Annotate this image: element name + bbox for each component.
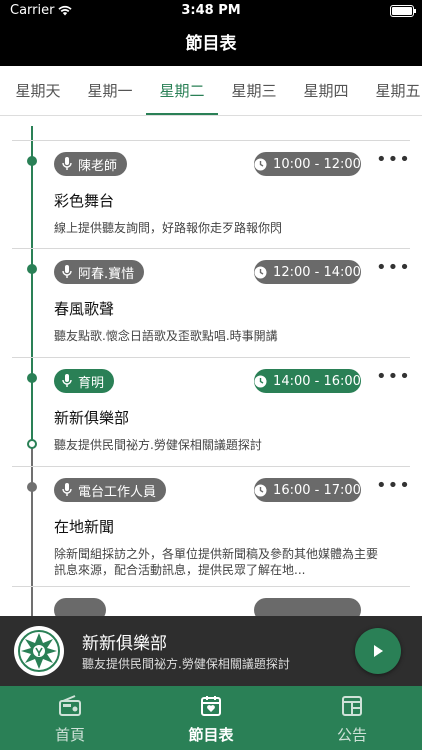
clock-icon (254, 158, 267, 170)
tab-friday[interactable]: 星期五 (362, 66, 422, 115)
notice-board-icon (342, 696, 362, 716)
radio-icon (59, 695, 81, 716)
tab-home-label: 首頁 (54, 726, 85, 744)
station-logo-icon (18, 630, 60, 672)
timeline-now-marker (27, 439, 37, 449)
tab-notice-label: 公告 (336, 726, 367, 744)
now-playing-bar[interactable]: 新新俱樂部 聽友提供民間祕方.勞健保相關議題探討 (0, 616, 422, 686)
host-name: 電台工作人員 (78, 484, 157, 500)
program-title: 在地新聞 (54, 518, 115, 536)
time-range: 16:00 - 17:00 (273, 482, 361, 498)
microphone-icon (62, 483, 72, 496)
time-range: 12:00 - 14:00 (273, 264, 361, 280)
status-time: 3:48 PM (181, 3, 241, 18)
microphone-icon (62, 157, 72, 170)
row-divider (12, 248, 410, 249)
host-badge: 陳老師 (54, 152, 128, 176)
tab-tuesday[interactable]: 星期二 (146, 66, 218, 115)
now-playing-subtitle: 聽友提供民間祕方.勞健保相關議題探討 (82, 657, 290, 671)
program-description: 除新聞組採訪之外，各單位提供新聞稿及參酌其他媒體為主要訊息來源，配合活動訊息，提… (54, 547, 379, 577)
microphone-icon (62, 265, 72, 278)
tab-monday[interactable]: 星期一 (74, 66, 146, 115)
host-badge (54, 598, 106, 616)
tab-schedule-label: 節目表 (188, 726, 234, 744)
row-divider (12, 140, 410, 141)
more-horizontal-icon[interactable]: ••• (376, 258, 410, 282)
tab-sunday[interactable]: 星期天 (2, 66, 74, 115)
page-title: 節目表 (0, 22, 422, 66)
tab-notice[interactable]: 公告 (282, 686, 422, 750)
host-name: 育明 (78, 375, 105, 391)
program-title: 春風歌聲 (54, 300, 115, 318)
calendar-heart-icon (201, 696, 221, 716)
host-badge: 阿春.寶惜 (54, 260, 145, 284)
tab-schedule[interactable]: 節目表 (141, 686, 281, 750)
time-badge (254, 598, 361, 616)
tab-thursday[interactable]: 星期四 (290, 66, 362, 115)
microphone-icon (62, 374, 72, 387)
more-horizontal-icon[interactable]: ••• (376, 150, 410, 174)
row-divider (12, 466, 410, 467)
status-bar: Carrier 3:48 PM (0, 0, 422, 22)
timeline-dot (27, 264, 37, 274)
program-description: 線上提供聽友詢問，好路報你走歹路報你閃 (54, 221, 283, 235)
play-button[interactable] (355, 628, 401, 674)
time-badge: 14:00 - 16:00 (254, 369, 361, 393)
more-horizontal-icon[interactable]: ••• (376, 367, 410, 391)
play-icon (374, 645, 383, 657)
clock-icon (254, 266, 267, 278)
host-badge: 電台工作人員 (54, 478, 167, 502)
program-list[interactable]: 陳老師 10:00 - 12:00 ••• 彩色舞台 線上提供聽友詢問，好路報你… (0, 116, 422, 616)
host-badge: 育明 (54, 369, 115, 393)
station-logo (14, 626, 64, 676)
tab-wednesday[interactable]: 星期三 (218, 66, 290, 115)
now-playing-title: 新新俱樂部 (82, 634, 167, 654)
timeline-dot (27, 373, 37, 383)
row-divider (12, 357, 410, 358)
time-range: 10:00 - 12:00 (273, 156, 361, 172)
timeline-dot (27, 156, 37, 166)
time-range: 14:00 - 16:00 (273, 373, 361, 389)
timeline-dot (27, 482, 37, 492)
program-row[interactable]: 陳老師 10:00 - 12:00 ••• 彩色舞台 線上提供聽友詢問，好路報你… (0, 140, 422, 248)
battery-icon (390, 5, 416, 17)
host-name: 阿春.寶惜 (78, 266, 135, 282)
day-tabs: 星期天 星期一 星期二 星期三 星期四 星期五 (0, 66, 422, 116)
tab-home[interactable]: 首頁 (0, 686, 140, 750)
more-horizontal-icon[interactable]: ••• (376, 476, 410, 500)
program-description: 聽友提供民間祕方.勞健保相關議題探討 (54, 438, 262, 452)
program-title: 彩色舞台 (54, 192, 115, 210)
clock-icon (254, 484, 267, 496)
program-row[interactable]: 電台工作人員 16:00 - 17:00 ••• 在地新聞 除新聞組採訪之外，各… (0, 466, 422, 577)
row-divider (12, 586, 410, 587)
program-row[interactable]: 阿春.寶惜 12:00 - 14:00 ••• 春風歌聲 聽友點歌.懷念日語歌及… (0, 248, 422, 356)
program-row[interactable]: 育明 14:00 - 16:00 ••• 新新俱樂部 聽友提供民間祕方.勞健保相… (0, 357, 422, 465)
bottom-tab-bar: 首頁 節目表 公告 (0, 686, 422, 750)
program-title: 新新俱樂部 (54, 409, 130, 427)
time-badge: 12:00 - 14:00 (254, 260, 361, 284)
clock-icon (254, 375, 267, 387)
time-badge: 10:00 - 12:00 (254, 152, 361, 176)
time-badge: 16:00 - 17:00 (254, 478, 361, 502)
program-description: 聽友點歌.懷念日語歌及歪歌點唱.時事開講 (54, 329, 278, 343)
program-row[interactable] (0, 586, 422, 616)
host-name: 陳老師 (78, 158, 118, 174)
